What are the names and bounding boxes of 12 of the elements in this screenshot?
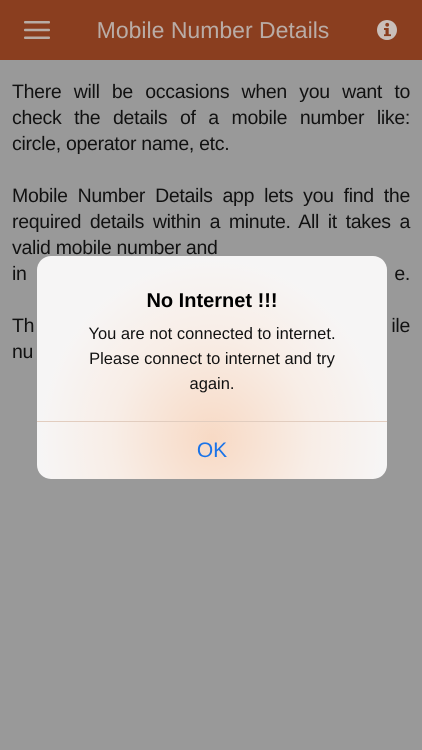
text-fragment: ile <box>391 314 410 339</box>
text-fragment: in <box>12 262 27 287</box>
menu-icon[interactable] <box>24 21 50 39</box>
text-fragment: Th <box>12 314 34 339</box>
dialog-message: You are not connected to internet. Please connect to internet and try again. <box>87 324 337 395</box>
body-paragraph: There will be occasions when you want to check the details of a mobile number like: circle, operator name, etc. <box>12 80 410 157</box>
text-fragment: e. <box>394 262 410 287</box>
dialog-title: No Internet !!! <box>145 289 279 314</box>
app-title: Mobile Number Details <box>96 16 330 45</box>
info-icon[interactable] <box>376 19 398 41</box>
text-fragment: nu <box>12 340 34 365</box>
ok-button[interactable]: OK <box>37 421 387 479</box>
